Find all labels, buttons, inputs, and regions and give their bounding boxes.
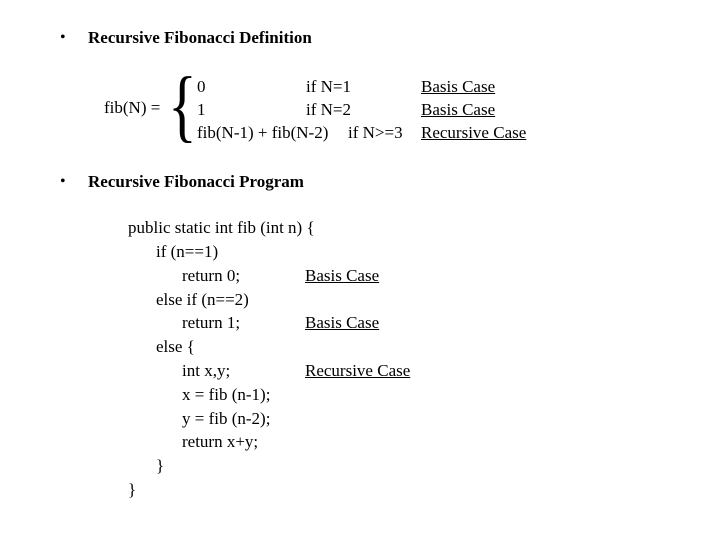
case-label: Basis Case [421,100,496,119]
definition-heading: Recursive Fibonacci Definition [88,28,312,47]
code-line: } [156,456,165,475]
code-line: else if (n==2) [156,290,249,309]
case-condition: if N>=3 [348,123,403,142]
code-annotation: Basis Case [305,266,380,285]
case-label: Basis Case [421,77,496,96]
case-label: Recursive Case [421,123,527,142]
code-annotation: Basis Case [305,313,380,332]
code-line: else { [156,337,195,356]
case-value: 1 [197,100,206,119]
code-annotation: Recursive Case [305,361,411,380]
code-line: return 1; [182,313,241,332]
fib-lhs: fib(N) = [104,98,161,117]
code-line: x = fib (n-1); [182,385,271,404]
code-line: } [128,480,137,499]
curly-brace: { [168,62,197,150]
bullet-definition: • [60,29,66,46]
case-value: fib(N-1) + fib(N-2) [197,123,329,142]
case-condition: if N=2 [306,100,351,119]
code-line: int x,y; [182,361,231,380]
code-line: public static int fib (int n) { [128,218,315,237]
code-line: return 0; [182,266,241,285]
program-heading: Recursive Fibonacci Program [88,172,304,191]
code-line: return x+y; [182,432,259,451]
code-line: if (n==1) [156,242,219,261]
case-condition: if N=1 [306,77,351,96]
case-value: 0 [197,77,206,96]
bullet-program: • [60,173,66,190]
code-line: y = fib (n-2); [182,409,271,428]
